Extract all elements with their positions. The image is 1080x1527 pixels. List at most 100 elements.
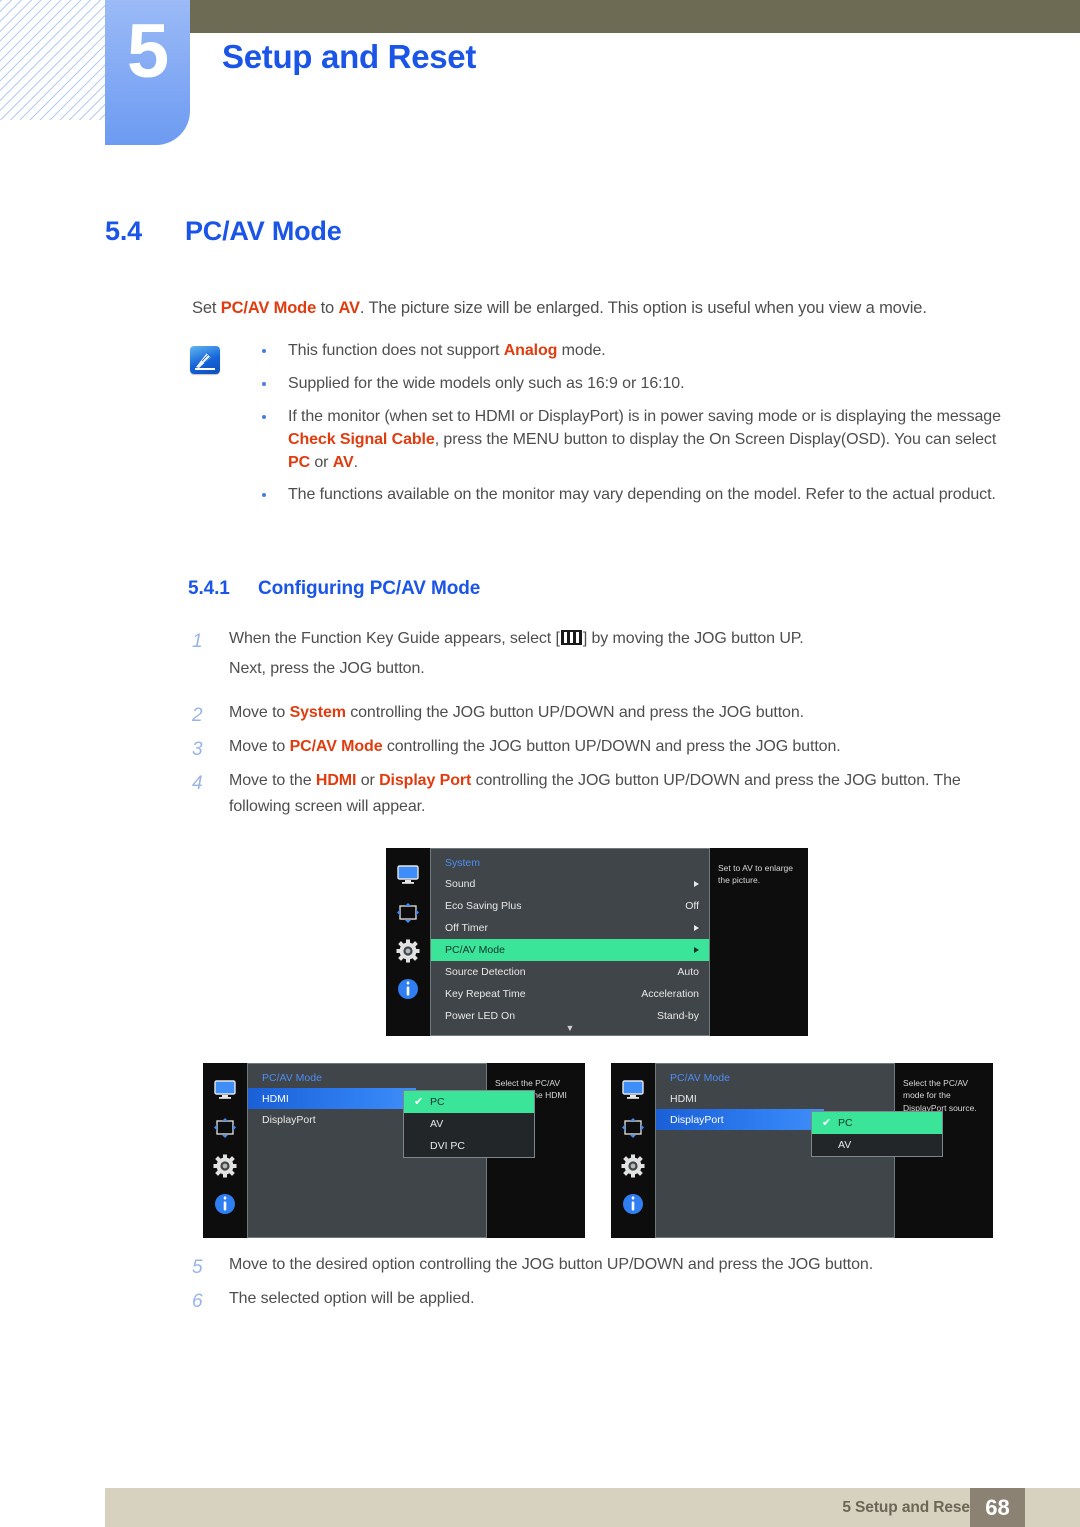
osd-row-label: Key Repeat Time [445,988,526,1000]
osd-row-label: Source Detection [445,966,526,978]
move-arrows-icon[interactable] [212,1115,238,1141]
osd-row-sound[interactable]: Sound [431,873,709,895]
chapter-title: Setup and Reset [222,38,477,75]
osd-hdmi-menu: PC/AV Mode HDMI DisplayPort ✔ PC AV DVI P… [203,1063,585,1238]
note-3-emphasis-pc: PC [288,453,311,471]
osd-system-panel: System Sound Eco Saving Plus Off Off Tim… [430,848,710,1036]
osd-icon-rail [611,1063,655,1238]
osd-row-value: Auto [677,966,699,978]
osd-row-label: Eco Saving Plus [445,900,522,912]
list-item: The functions available on the monitor m… [260,484,1008,507]
scroll-down-icon[interactable]: ▼ [431,1024,709,1033]
step-2-number: 2 [192,705,203,726]
osd-hdmi-panel: PC/AV Mode HDMI DisplayPort ✔ PC AV DVI P… [247,1063,535,1238]
osd-option-pc[interactable]: ✔ PC [404,1091,534,1113]
section-heading: 5.4 PC/AV Mode [105,216,342,247]
intro-paragraph: Set PC/AV Mode to AV. The picture size w… [192,297,1002,321]
step-2-body: Move to System controlling the JOG butto… [229,700,992,726]
chevron-right-icon [694,881,699,887]
note-1-emphasis: Analog [503,342,558,359]
info-icon[interactable] [620,1191,646,1217]
osd-icon-rail [203,1063,247,1238]
intro-emphasis-av: AV [338,299,360,317]
step-2-emphasis: System [289,704,346,721]
osd-source-hdmi[interactable]: HDMI [248,1088,416,1109]
osd-row-source-detection[interactable]: Source Detection Auto [431,961,709,983]
note-3-emphasis-av: AV [332,453,354,471]
osd-displayport-option-list: ✔ PC AV [811,1111,943,1157]
step-5-text: Move to the desired option controlling t… [229,1256,874,1273]
page-footer: 5 Setup and Reset 68 [105,1488,1080,1527]
osd-option-av[interactable]: AV [812,1134,942,1156]
osd-system-help-text: Set to AV to enlarge the picture. [710,848,808,1036]
step-2-text-b: controlling the JOG button UP/DOWN and p… [345,704,805,721]
subsection-number: 5.4.1 [188,578,230,599]
page-header: 5 Setup and Reset [0,0,1080,160]
osd-row-off-timer[interactable]: Off Timer [431,917,709,939]
osd-row-eco-saving-plus[interactable]: Eco Saving Plus Off [431,895,709,917]
note-pen-icon [190,346,220,374]
list-item: Supplied for the wide models only such a… [260,373,1008,396]
checkmark-icon: ✔ [822,1116,832,1129]
step-1-text-a: When the Function Key Guide appears, sel… [229,630,560,647]
note-1-text-b: mode. [557,342,606,359]
osd-hdmi-option-list: ✔ PC AV DVI PC [403,1090,535,1158]
osd-displayport-panel: PC/AV Mode HDMI DisplayPort ✔ PC AV [655,1063,943,1238]
section-title-text: PC/AV Mode [185,216,342,246]
osd-option-dvi-pc[interactable]: DVI PC [404,1135,534,1157]
note-2-text: Supplied for the wide models only such a… [288,374,685,392]
osd-icon-rail [386,848,430,1036]
footer-chapter-label: 5 Setup and Reset [842,1499,975,1516]
step-5-number: 5 [192,1257,203,1278]
gear-icon[interactable] [620,1153,646,1179]
osd-option-pc[interactable]: ✔ PC [812,1112,942,1134]
osd-row-label: Power LED On [445,1010,516,1022]
menu-bars-icon [560,630,582,645]
note-3-text-d: . [353,453,358,471]
note-4-text: The functions available on the monitor m… [288,486,996,504]
step-4-number: 4 [192,773,203,794]
osd-option-label: PC [838,1117,853,1129]
subsection-heading: 5.4.1 Configuring PC/AV Mode [188,578,480,600]
osd-option-label: DVI PC [430,1140,466,1152]
step-3-body: Move to PC/AV Mode controlling the JOG b… [229,734,992,760]
osd-row-pcav-mode[interactable]: PC/AV Mode [431,939,709,961]
osd-row-value: Stand-by [656,1010,699,1022]
monitor-icon[interactable] [620,1077,646,1103]
intro-emphasis-pcav: PC/AV Mode [220,299,317,317]
header-band [175,0,1080,33]
monitor-icon[interactable] [395,862,421,888]
osd-source-displayport[interactable]: DisplayPort [248,1109,416,1130]
step-1: 1 When the Function Key Guide appears, s… [192,626,992,683]
step-1-body: When the Function Key Guide appears, sel… [229,626,992,652]
intro-text-3: . The picture size will be enlarged. Thi… [359,299,927,317]
chevron-right-icon [694,947,699,953]
osd-row-label: PC/AV Mode [445,944,505,956]
osd-row-value: Acceleration [641,988,699,1000]
osd-row-label: Off Timer [445,922,488,934]
step-6-number: 6 [192,1291,203,1312]
osd-source-hdmi[interactable]: HDMI [656,1088,824,1109]
osd-hdmi-title: PC/AV Mode [262,1072,322,1084]
osd-system-title: System [445,857,481,869]
step-1-number: 1 [192,631,203,652]
step-3-text-a: Move to [229,738,290,755]
chapter-number: 5 [126,9,169,94]
section-number: 5.4 [105,216,142,246]
osd-row-key-repeat-time[interactable]: Key Repeat Time Acceleration [431,983,709,1005]
move-arrows-icon[interactable] [395,900,421,926]
intro-text-2: to [316,299,339,317]
gear-icon[interactable] [395,938,421,964]
osd-option-av[interactable]: AV [404,1113,534,1135]
intro-text-1: Set [192,299,221,317]
info-icon[interactable] [395,976,421,1002]
info-icon[interactable] [212,1191,238,1217]
step-4: 4 Move to the HDMI or Display Port contr… [192,768,982,821]
osd-option-label: AV [430,1118,444,1130]
gear-icon[interactable] [212,1153,238,1179]
list-item: This function does not support Analog mo… [260,340,1008,363]
monitor-icon[interactable] [212,1077,238,1103]
move-arrows-icon[interactable] [620,1115,646,1141]
osd-source-displayport[interactable]: DisplayPort [656,1109,824,1130]
step-4-emphasis-dp: Display Port [379,772,472,789]
